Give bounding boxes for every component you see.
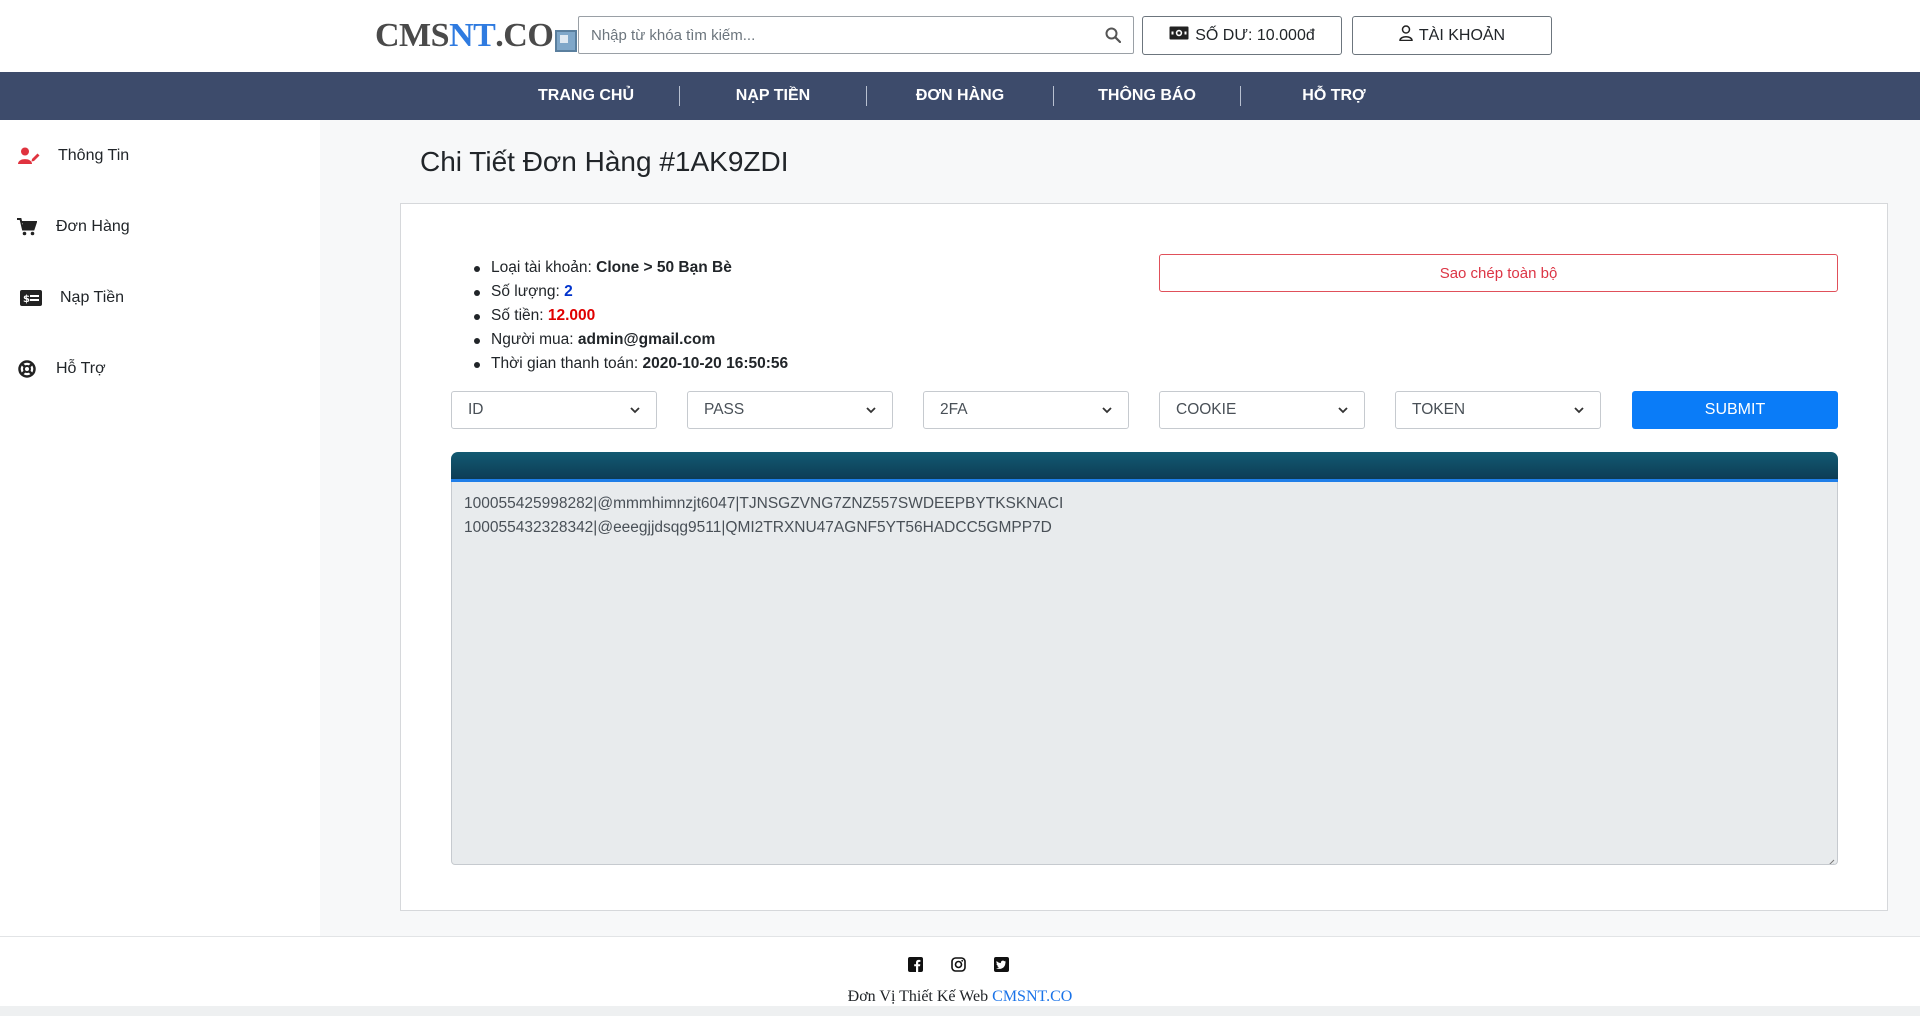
nav-item-orders[interactable]: ĐƠN HÀNG [867,86,1053,106]
info-payment-time: Thời gian thanh toán: 2020-10-20 16:50:5… [473,352,789,376]
logo-text-part3: .CO [495,17,554,54]
sidebar: Thông Tin Đơn Hàng $ Nạp Tiền Hỗ Trợ [0,120,320,936]
sidebar-item-label: Hỗ Trợ [56,360,106,377]
sidebar-item-label: Thông Tin [58,147,130,164]
chevron-down-icon [1102,401,1112,419]
info-label: Loại tài khoản: [491,259,597,276]
balance-button[interactable]: SỐ DƯ: 10.000đ [1142,16,1342,55]
info-account-type: Loại tài khoản: Clone > 50 Bạn Bè [473,256,788,280]
logo-text-part2: NT [449,17,496,54]
output-line: 100055432328342|@eeegjjdsqg9511|QMI2TRXN… [464,519,1052,536]
select-field-1[interactable]: ID [451,391,657,429]
nav-item-notifications[interactable]: THÔNG BÁO [1054,86,1240,106]
lifebuoy-icon [16,358,38,380]
select-value: COOKIE [1176,401,1237,418]
chevron-down-icon [1574,401,1584,419]
info-value: 2020-10-20 16:50:56 [642,355,789,372]
site-logo[interactable]: CMS NT .CO [375,16,578,56]
sidebar-item-support[interactable]: Hỗ Trợ [0,349,320,389]
twitter-icon[interactable] [992,955,1010,973]
main-nav: TRANG CHỦ NẠP TIỀN ĐƠN HÀNG THÔNG BÁO HỖ… [0,72,1920,120]
money-card-icon: $ [20,287,42,309]
sidebar-item-orders[interactable]: Đơn Hàng [0,207,320,247]
select-value: PASS [704,401,745,418]
select-field-4[interactable]: COOKIE [1159,391,1365,429]
select-field-3[interactable]: 2FA [923,391,1129,429]
sidebar-item-label: Đơn Hàng [56,218,130,235]
account-button[interactable]: TÀI KHOẢN [1352,16,1552,55]
nav-item-deposit[interactable]: NẠP TIỀN [680,86,866,106]
chevron-down-icon [630,401,640,419]
info-quantity: Số lượng: 2 [473,280,788,304]
info-label: Thời gian thanh toán: [491,355,643,372]
order-detail-card: Loại tài khoản: Clone > 50 Bạn Bè Số lượ… [400,203,1888,911]
output-header-bar [451,452,1838,482]
facebook-icon[interactable] [906,955,924,973]
resize-handle-icon[interactable] [1825,852,1835,864]
user-edit-icon [18,145,40,167]
info-value: 2 [564,283,573,300]
social-links [906,955,1010,973]
user-icon [1399,25,1413,46]
nav-item-support[interactable]: HỖ TRỢ [1241,86,1427,106]
logo-text-part1: CMS [375,17,450,54]
info-label: Người mua: [491,331,578,348]
logo-mark-icon [555,30,578,52]
info-label: Số tiền: [491,307,548,324]
order-info-list: Loại tài khoản: Clone > 50 Bạn Bè Số lượ… [473,256,789,376]
submit-button[interactable]: SUBMIT [1632,391,1838,429]
select-field-5[interactable]: TOKEN [1395,391,1601,429]
page-title: Chi Tiết Đơn Hàng #1AK9ZDI [420,146,789,177]
info-value: Clone > 50 Bạn Bè [596,259,732,276]
sidebar-item-info[interactable]: Thông Tin [0,136,320,176]
copy-all-button[interactable]: Sao chép toàn bộ [1159,254,1838,292]
account-label: TÀI KHOẢN [1418,26,1506,44]
footer-credit-text: Đơn Vị Thiết Kế Web [847,988,993,1005]
info-label: Số lượng: [491,283,565,300]
info-buyer: Người mua: admin@gmail.com [473,328,788,352]
instagram-icon[interactable] [949,955,967,973]
sidebar-item-deposit[interactable]: $ Nạp Tiền [0,278,320,318]
top-header: CMSNT.CO SỐ DƯ: 10.000đ TÀI KHOẢN [0,0,1920,72]
output-textarea[interactable]: 100055425998282|@mmmhimnzjt6047|TJNSGZVN… [451,482,1838,865]
select-value: ID [468,401,484,418]
money-bill-icon [1169,26,1189,45]
nav-item-home[interactable]: TRANG CHỦ [493,86,679,106]
select-field-2[interactable]: PASS [687,391,893,429]
select-value: 2FA [940,401,968,418]
info-value: 12.000 [547,307,596,324]
sidebar-item-label: Nạp Tiền [60,289,125,306]
search-icon[interactable] [1093,17,1133,53]
info-amount: Số tiền: 12.000 [473,304,788,328]
chevron-down-icon [866,401,876,419]
balance-label: SỐ DƯ: 10.000đ [1195,26,1315,44]
search-box [578,16,1134,54]
footer-credit: Đơn Vị Thiết Kế Web CMSNT.CO [0,988,1920,1006]
svg-text:$: $ [23,294,30,305]
bottom-strip [0,1006,1920,1016]
search-input[interactable] [579,17,1093,53]
info-value: admin@gmail.com [577,331,716,348]
footer-credit-link[interactable]: CMSNT.CO [992,988,1072,1005]
cart-icon [16,216,38,238]
footer: Đơn Vị Thiết Kế Web CMSNT.CO [0,936,1920,1016]
output-line: 100055425998282|@mmmhimnzjt6047|TJNSGZVN… [464,495,1064,512]
chevron-down-icon [1338,401,1348,419]
select-value: TOKEN [1412,401,1466,418]
